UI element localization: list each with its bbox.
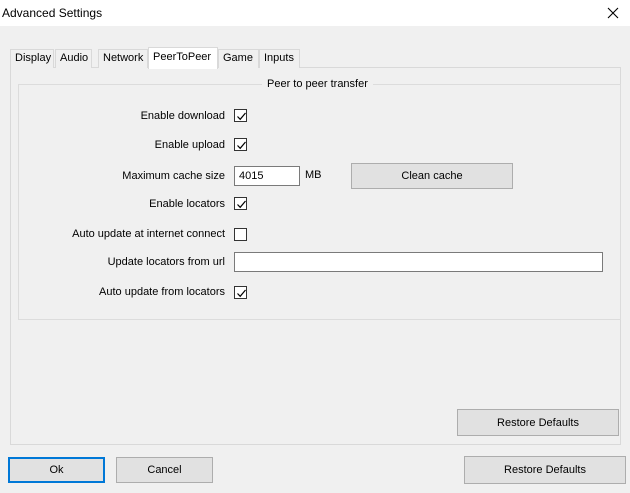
window-title: Advanced Settings: [2, 6, 103, 20]
checkmark-icon: [237, 141, 246, 150]
cache-unit-label: MB: [305, 169, 322, 181]
cancel-button[interactable]: Cancel: [116, 457, 213, 483]
tab-peertopeer[interactable]: PeerToPeer: [148, 47, 218, 69]
restore-defaults-button[interactable]: Restore Defaults: [464, 456, 626, 484]
auto-update-connect-checkbox[interactable]: [234, 228, 247, 241]
tab-game[interactable]: Game: [218, 49, 259, 68]
tab-restore-defaults-button[interactable]: Restore Defaults: [457, 409, 619, 436]
tab-display[interactable]: Display: [10, 49, 54, 68]
max-cache-input[interactable]: [234, 166, 300, 186]
checkmark-icon: [237, 200, 246, 209]
tab-network[interactable]: Network: [98, 49, 148, 68]
checkmark-icon: [237, 112, 246, 121]
auto-update-connect-label: Auto update at internet connect: [72, 228, 225, 240]
auto-update-locators-checkbox[interactable]: [234, 286, 247, 299]
peer-transfer-group: [18, 84, 621, 320]
enable-locators-checkbox[interactable]: [234, 197, 247, 210]
update-url-input[interactable]: [234, 252, 603, 272]
max-cache-label: Maximum cache size: [122, 170, 225, 182]
tab-inputs[interactable]: Inputs: [259, 49, 300, 68]
group-title: Peer to peer transfer: [262, 78, 373, 90]
close-button[interactable]: [596, 0, 630, 26]
tab-audio[interactable]: Audio: [55, 49, 92, 68]
enable-locators-label: Enable locators: [149, 198, 225, 210]
title-bar: Advanced Settings: [0, 0, 630, 26]
close-icon: [607, 7, 619, 19]
checkmark-icon: [237, 289, 246, 298]
enable-download-checkbox[interactable]: [234, 109, 247, 122]
update-url-label: Update locators from url: [107, 256, 225, 268]
clean-cache-button[interactable]: Clean cache: [351, 163, 513, 189]
enable-upload-checkbox[interactable]: [234, 138, 247, 151]
enable-download-label: Enable download: [140, 110, 225, 122]
enable-upload-label: Enable upload: [154, 139, 225, 151]
auto-update-locators-label: Auto update from locators: [99, 286, 225, 298]
ok-button[interactable]: Ok: [8, 457, 105, 483]
